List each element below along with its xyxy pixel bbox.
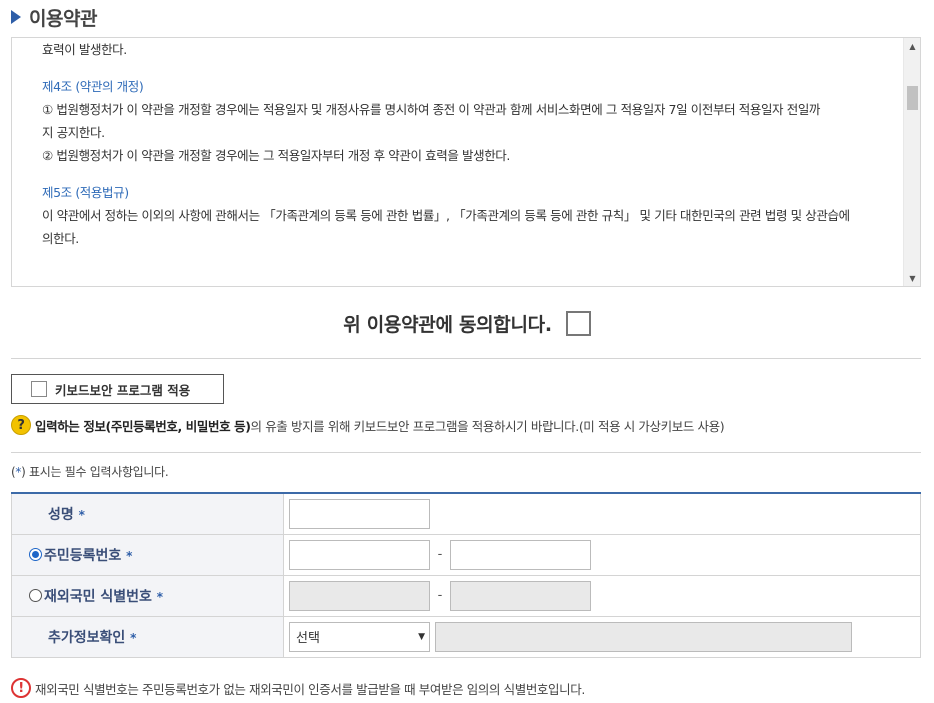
scroll-down-icon[interactable]: ▼ xyxy=(904,270,920,286)
rrn-row: 주민등록번호 * - xyxy=(11,534,921,576)
name-input[interactable] xyxy=(289,498,430,529)
agree-label: 위 이용약관에 동의합니다. xyxy=(343,313,552,336)
agree-row: 위 이용약관에 동의합니다. xyxy=(0,305,934,341)
required-star-icon: * xyxy=(78,507,85,522)
overseas-front-input[interactable] xyxy=(289,580,430,611)
dropdown-arrow-icon: ▼ xyxy=(418,631,425,642)
terms-scrollbar[interactable]: ▲ ▼ xyxy=(903,38,920,286)
rrn-label: 주민등록번호 * xyxy=(11,534,284,576)
extra-info-label: 추가정보확인 * xyxy=(11,616,284,658)
terms-paragraph: ② 법원행정처가 이 약관을 개정할 경우에는 그 적용일자부터 개정 후 약관… xyxy=(42,148,510,163)
required-star-icon: * xyxy=(156,589,164,604)
terms-heading: 제5조 (적용법규) xyxy=(42,185,129,200)
overseas-row: 재외국민 식별번호 * - xyxy=(11,575,921,617)
dash-separator: - xyxy=(437,547,443,562)
extra-info-select[interactable]: 선택 ▼ xyxy=(289,621,430,652)
extra-info-row: 추가정보확인 * 선택 ▼ xyxy=(11,616,921,658)
required-star-icon: * xyxy=(126,548,133,563)
terms-paragraph: 지 공지한다. xyxy=(42,125,105,140)
keyboard-security-checkbox[interactable] xyxy=(31,381,47,397)
agree-checkbox[interactable] xyxy=(565,310,591,336)
terms-paragraph: 의한다. xyxy=(42,231,79,246)
scroll-thumb[interactable] xyxy=(907,86,918,110)
extra-info-input[interactable] xyxy=(435,621,852,652)
triangle-bullet-icon xyxy=(11,10,21,24)
scroll-up-icon[interactable]: ▲ xyxy=(904,38,920,54)
rrn-front-input[interactable] xyxy=(289,539,430,570)
overseas-radio[interactable] xyxy=(29,588,42,602)
required-note: (*) 표시는 필수 입력사항입니다. xyxy=(11,465,169,479)
divider xyxy=(11,358,921,359)
rrn-radio[interactable] xyxy=(29,547,42,561)
help-icon: ? xyxy=(11,415,31,435)
keyboard-security-button[interactable]: 키보드보안 프로그램 적용 xyxy=(11,374,224,404)
info-text: 의 유출 방지를 위해 키보드보안 프로그램을 적용하시기 바랍니다.(미 적용… xyxy=(250,418,725,434)
warning-text: 재외국민 식별번호는 주민등록번호가 없는 재외국민이 인증서를 발급받을 때 … xyxy=(35,681,585,697)
info-bold-text: 입력하는 정보(주민등록번호, 비밀번호 등) xyxy=(35,418,251,434)
identity-form: 성명 * 주민등록번호 * - 재외국민 식별번호 * - 추가정보확인 * 선… xyxy=(11,492,921,658)
dash-separator: - xyxy=(437,588,443,603)
warning-icon: ! xyxy=(11,678,31,698)
terms-paragraph: 효력이 발생한다. xyxy=(42,42,127,57)
terms-content: 효력이 발생한다. 제4조 (약관의 개정) ① 법원행정처가 이 약관을 개정할 … xyxy=(42,38,892,250)
name-label: 성명 * xyxy=(11,493,284,535)
section-title-text: 이용약관 xyxy=(29,7,97,30)
terms-box[interactable]: 효력이 발생한다. 제4조 (약관의 개정) ① 법원행정처가 이 약관을 개정할 … xyxy=(11,37,921,287)
terms-heading: 제4조 (약관의 개정) xyxy=(42,79,144,94)
overseas-back-input[interactable] xyxy=(450,580,591,611)
section-title: 이용약관 xyxy=(11,4,97,30)
keyboard-security-label: 키보드보안 프로그램 적용 xyxy=(55,382,191,398)
keyboard-info: ? 입력하는 정보(주민등록번호, 비밀번호 등) 의 유출 방지를 위해 키보… xyxy=(11,414,725,436)
terms-paragraph: 이 약관에서 정하는 이외의 사항에 관해서는 「가족관계의 등록 등에 관한 … xyxy=(42,208,850,223)
terms-paragraph: ① 법원행정처가 이 약관을 개정할 경우에는 적용일자 및 개정사유를 명시하… xyxy=(42,102,821,117)
overseas-warning: ! 재외국민 식별번호는 주민등록번호가 없는 재외국민이 인증서를 발급받을 … xyxy=(11,677,585,699)
divider xyxy=(11,452,921,453)
required-star-icon: * xyxy=(130,630,137,645)
overseas-label: 재외국민 식별번호 * xyxy=(11,575,284,617)
rrn-back-input[interactable] xyxy=(450,539,591,570)
name-row: 성명 * xyxy=(11,493,921,535)
